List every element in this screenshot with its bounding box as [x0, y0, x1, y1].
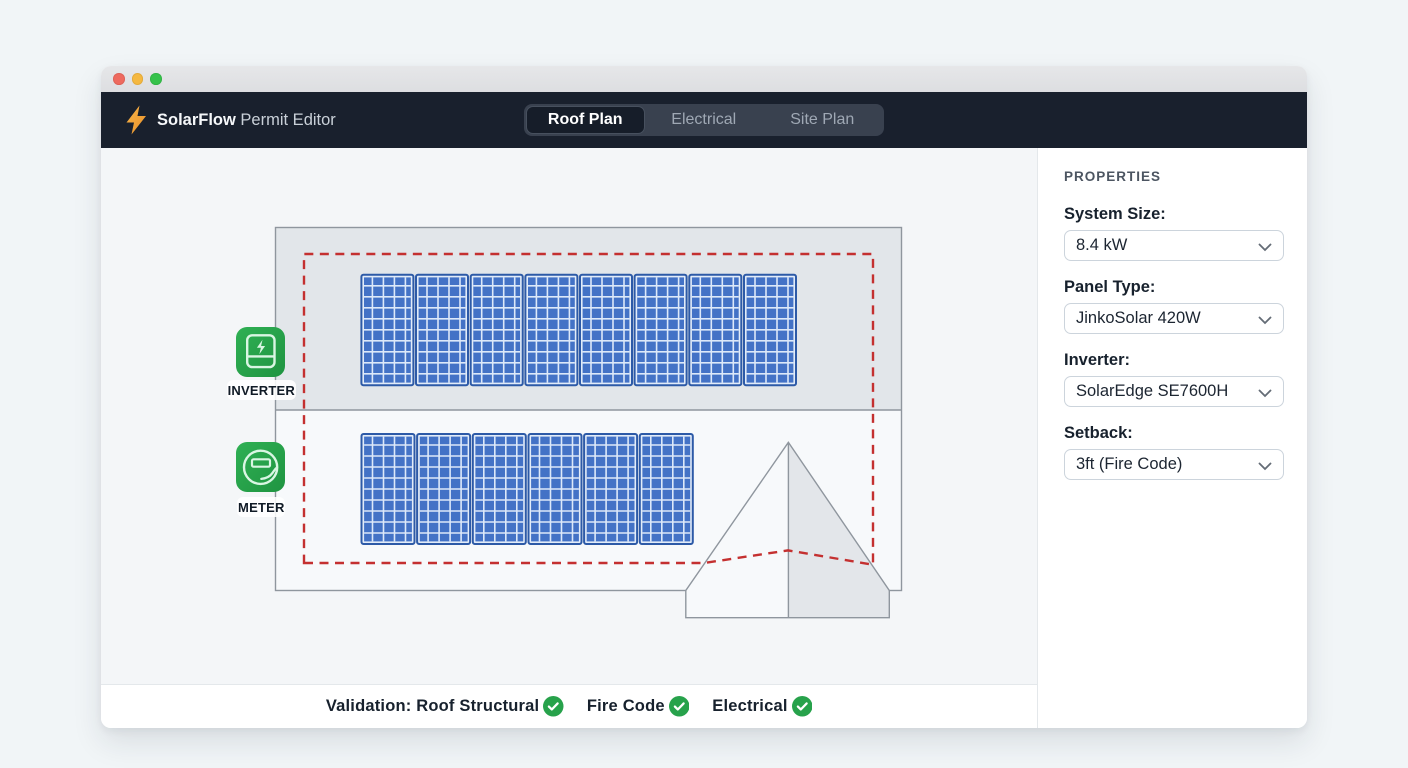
svg-text:INVERTER: INVERTER	[228, 383, 296, 398]
svg-text:METER: METER	[238, 500, 285, 515]
